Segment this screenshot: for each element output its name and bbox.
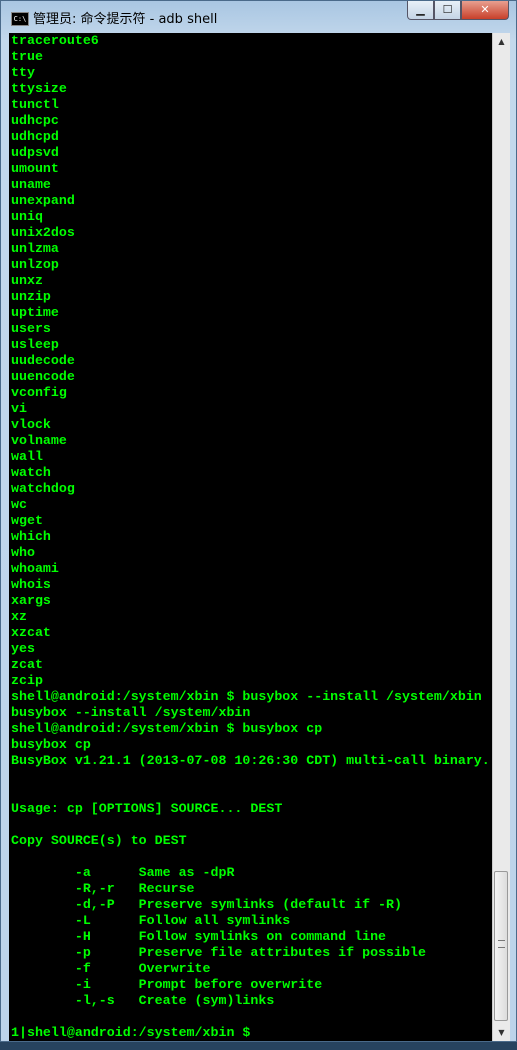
console-line: udpsvd [11,145,59,160]
console-line: uudecode [11,353,75,368]
console-line: watch [11,465,51,480]
console-line: unexpand [11,193,75,208]
console-line: unxz [11,273,43,288]
console-line: uptime [11,305,59,320]
console-line: usleep [11,337,59,352]
title-bar[interactable]: C:\ 管理员: 命令提示符 - adb shell ▁ ☐ ✕ [1,1,516,32]
vertical-scrollbar[interactable]: ▲ ▼ [492,33,510,1041]
console-line: -f Overwrite [11,961,211,976]
console-line: true [11,49,43,64]
console-line: volname [11,433,67,448]
console-line: wc [11,497,27,512]
console-line: tty [11,65,35,80]
console-line: BusyBox v1.21.1 (2013-07-08 10:26:30 CDT… [11,753,490,768]
console-line: uniq [11,209,43,224]
scroll-thumb[interactable] [494,871,508,1021]
console-line: 1|shell@android:/system/xbin $ [11,1025,251,1040]
console-line: unix2dos [11,225,75,240]
taskbar [0,1042,517,1050]
console-line: who [11,545,35,560]
scroll-down-arrow-icon[interactable]: ▼ [493,1024,510,1041]
cmd-window: C:\ 管理员: 命令提示符 - adb shell ▁ ☐ ✕ tracero… [0,0,517,1042]
console-line: uname [11,177,51,192]
console-line: busybox --install /system/xbin [11,705,251,720]
console-line: vconfig [11,385,67,400]
console-line: udhcpc [11,113,59,128]
scroll-up-arrow-icon[interactable]: ▲ [493,33,510,50]
maximize-button[interactable]: ☐ [434,1,461,20]
console-line: xargs [11,593,51,608]
console-line: -a Same as -dpR [11,865,235,880]
console-line: -p Preserve file attributes if possible [11,945,426,960]
console-line: unlzop [11,257,59,272]
console-line: -l,-s Create (sym)links [11,993,275,1008]
console-line: -R,-r Recurse [11,881,195,896]
window-title: 管理员: 命令提示符 - adb shell [33,12,218,27]
console-line: shell@android:/system/xbin $ busybox cp [11,721,323,736]
console-line: wall [11,449,43,464]
minimize-button[interactable]: ▁ [407,1,434,20]
console-line: which [11,529,51,544]
console-line: -d,-P Preserve symlinks (default if -R) [11,897,402,912]
console-line: ttysize [11,81,67,96]
console-line: Copy SOURCE(s) to DEST [11,833,187,848]
console-line: watchdog [11,481,75,496]
console-line: umount [11,161,59,176]
cmd-icon: C:\ [11,12,29,26]
console-line: -H Follow symlinks on command line [11,929,387,944]
console-line: traceroute6 [11,33,99,48]
console-line: unlzma [11,241,59,256]
console-line: shell@android:/system/xbin $ busybox --i… [11,689,482,704]
console-line: -L Follow all symlinks [11,913,291,928]
console-line: zcip [11,673,43,688]
console-line: uuencode [11,369,75,384]
console-line: users [11,321,51,336]
console-line: wget [11,513,43,528]
console-line: -i Prompt before overwrite [11,977,323,992]
console-line: vlock [11,417,51,432]
console-line: Usage: cp [OPTIONS] SOURCE... DEST [11,801,283,816]
grip-icon [498,940,505,948]
console-line: whois [11,577,51,592]
console-output[interactable]: traceroute6 true tty ttysize tunctl udhcpc udh… [9,33,492,1041]
close-button[interactable]: ✕ [461,1,509,20]
console-line: udhcpd [11,129,59,144]
console-line: yes [11,641,35,656]
console-line: vi [11,401,27,416]
console-line: xzcat [11,625,51,640]
console-line: tunctl [11,97,59,112]
console-line: whoami [11,561,59,576]
console-line: xz [11,609,27,624]
console-line: zcat [11,657,43,672]
console-line: unzip [11,289,51,304]
console-line: busybox cp [11,737,91,752]
